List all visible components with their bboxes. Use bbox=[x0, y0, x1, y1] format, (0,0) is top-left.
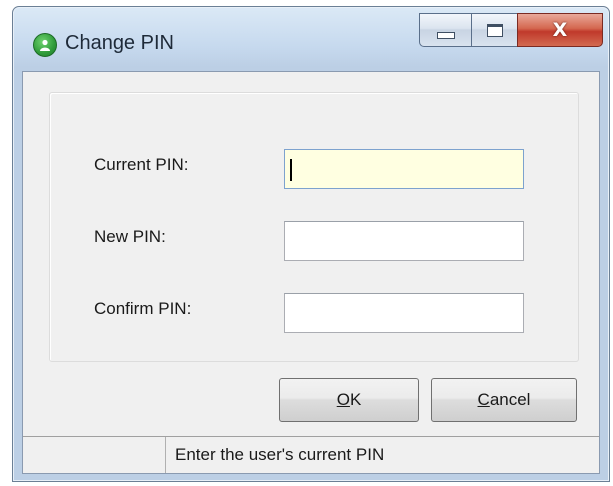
new-pin-input[interactable] bbox=[284, 221, 524, 261]
title-bar[interactable]: Change PIN X bbox=[13, 7, 609, 71]
ok-button[interactable]: OK bbox=[279, 378, 419, 422]
ok-accelerator: O bbox=[336, 390, 350, 409]
status-text: Enter the user's current PIN bbox=[175, 445, 385, 464]
window-title: Change PIN bbox=[65, 32, 174, 54]
dialog-client-area: Current PIN: New PIN: Confirm PIN: OK Ca… bbox=[22, 71, 600, 474]
caption-buttons: X bbox=[419, 13, 603, 49]
confirm-pin-label: Confirm PIN: bbox=[94, 299, 192, 318]
pin-fields-group: Current PIN: New PIN: Confirm PIN: bbox=[49, 92, 579, 362]
current-pin-input[interactable] bbox=[284, 149, 524, 189]
confirm-pin-input[interactable] bbox=[284, 293, 524, 333]
cancel-accelerator: C bbox=[477, 390, 490, 409]
current-pin-label: Current PIN: bbox=[94, 155, 189, 174]
new-pin-label: New PIN: bbox=[94, 227, 166, 246]
close-icon: X bbox=[552, 19, 568, 41]
maximize-button[interactable] bbox=[471, 13, 517, 47]
status-bar: Enter the user's current PIN bbox=[23, 436, 599, 473]
status-separator bbox=[165, 437, 166, 473]
cancel-button[interactable]: Cancel bbox=[431, 378, 577, 422]
close-button[interactable]: X bbox=[517, 13, 603, 47]
cancel-label-rest: ancel bbox=[489, 390, 531, 409]
app-user-icon bbox=[33, 33, 57, 57]
change-pin-dialog: Change PIN X Current PIN: New PIN: Confi… bbox=[12, 6, 610, 482]
text-caret bbox=[290, 159, 292, 181]
minimize-button[interactable] bbox=[419, 13, 471, 47]
maximize-icon bbox=[486, 23, 503, 37]
minimize-icon bbox=[436, 31, 455, 39]
ok-label-rest: K bbox=[349, 390, 362, 409]
